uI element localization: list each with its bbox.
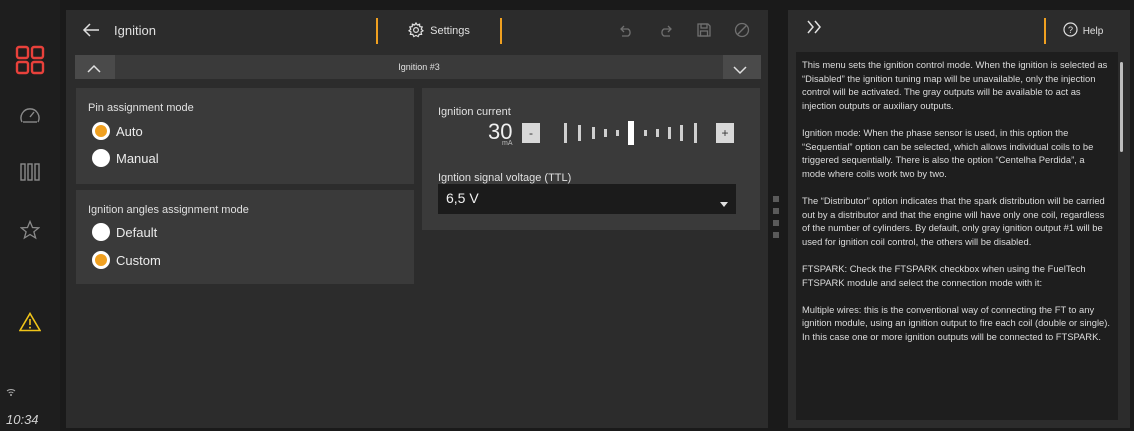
radio-default-label: Default bbox=[116, 224, 158, 240]
ignition-current-slider[interactable] bbox=[548, 119, 708, 147]
ignition-current-card: Ignition current 30 mA - + Igntion signa… bbox=[422, 88, 760, 230]
chevron-down-icon[interactable] bbox=[733, 62, 747, 80]
radio-auto[interactable]: Auto bbox=[92, 122, 143, 140]
radio-unselected-icon bbox=[92, 149, 110, 167]
star-icon[interactable] bbox=[14, 214, 46, 246]
back-arrow-icon[interactable] bbox=[82, 23, 100, 42]
top-bar: Ignition Settings bbox=[66, 14, 768, 48]
radio-selected-icon bbox=[92, 122, 110, 140]
radio-manual[interactable]: Manual bbox=[92, 149, 159, 167]
signal-voltage-select[interactable]: 6,5 V bbox=[438, 184, 736, 214]
help-paragraph: Ignition mode: When the phase sensor is … bbox=[802, 126, 1094, 179]
ignition-current-label: Ignition current bbox=[438, 106, 511, 118]
radio-custom-label: Custom bbox=[116, 252, 161, 268]
radio-custom[interactable]: Custom bbox=[92, 251, 161, 269]
sidebar: 10:34 bbox=[0, 0, 60, 431]
ignition-output-title: Ignition #3 bbox=[115, 55, 723, 79]
help-paragraph: Multiple wires: this is the conventional… bbox=[802, 303, 1111, 342]
help-paragraph: FTSPARK: Check the FTSPARK checkbox when… bbox=[802, 262, 1086, 288]
redo-icon[interactable] bbox=[658, 24, 674, 42]
collapse-panel-icon[interactable] bbox=[806, 20, 822, 39]
help-paragraph: This menu sets the ignition control mode… bbox=[802, 59, 1108, 111]
radio-default[interactable]: Default bbox=[92, 223, 157, 241]
svg-text:?: ? bbox=[1068, 25, 1073, 35]
decrease-button[interactable]: - bbox=[522, 123, 540, 143]
page-indicator bbox=[773, 196, 781, 238]
signal-voltage-value: 6,5 V bbox=[446, 190, 479, 206]
ignition-current-unit: mA bbox=[502, 140, 513, 147]
cancel-icon[interactable] bbox=[734, 22, 750, 43]
wifi-icon bbox=[6, 384, 16, 402]
dropdown-arrow-icon bbox=[720, 195, 728, 213]
help-scrollbar[interactable] bbox=[1120, 62, 1123, 152]
gauge-icon[interactable] bbox=[14, 100, 46, 132]
increase-button[interactable]: + bbox=[716, 123, 734, 143]
radio-selected-icon bbox=[92, 251, 110, 269]
pin-assignment-card: Pin assignment mode Auto Manual bbox=[76, 88, 414, 184]
help-button[interactable]: ? Help bbox=[1044, 18, 1120, 44]
signal-voltage-label: Igntion signal voltage (TTL) bbox=[438, 172, 572, 184]
radio-auto-label: Auto bbox=[116, 123, 143, 139]
angles-assignment-card: Ignition angles assignment mode Default … bbox=[76, 190, 414, 284]
angles-assignment-label: Ignition angles assignment mode bbox=[88, 204, 249, 216]
pin-assignment-label: Pin assignment mode bbox=[88, 102, 194, 114]
save-icon[interactable] bbox=[696, 22, 712, 43]
warning-icon[interactable] bbox=[14, 306, 46, 338]
help-text: This menu sets the ignition control mode… bbox=[796, 52, 1118, 420]
radio-unselected-icon bbox=[92, 223, 110, 241]
clock: 10:34 bbox=[6, 412, 39, 427]
ignition-selector-bar: Ignition #3 bbox=[75, 55, 761, 79]
help-circle-icon: ? bbox=[1063, 22, 1078, 40]
settings-label: Settings bbox=[430, 25, 470, 37]
columns-icon[interactable] bbox=[14, 156, 46, 188]
help-label: Help bbox=[1082, 25, 1104, 37]
chevron-up-icon[interactable] bbox=[87, 61, 101, 79]
dashboard-grid-icon[interactable] bbox=[14, 44, 46, 76]
radio-manual-label: Manual bbox=[116, 150, 159, 166]
settings-button[interactable]: Settings bbox=[376, 18, 502, 44]
gear-icon bbox=[408, 21, 425, 41]
undo-icon[interactable] bbox=[618, 24, 634, 42]
page-title: Ignition bbox=[114, 23, 156, 38]
help-paragraph: The “Distributor” option indicates that … bbox=[802, 194, 1105, 247]
